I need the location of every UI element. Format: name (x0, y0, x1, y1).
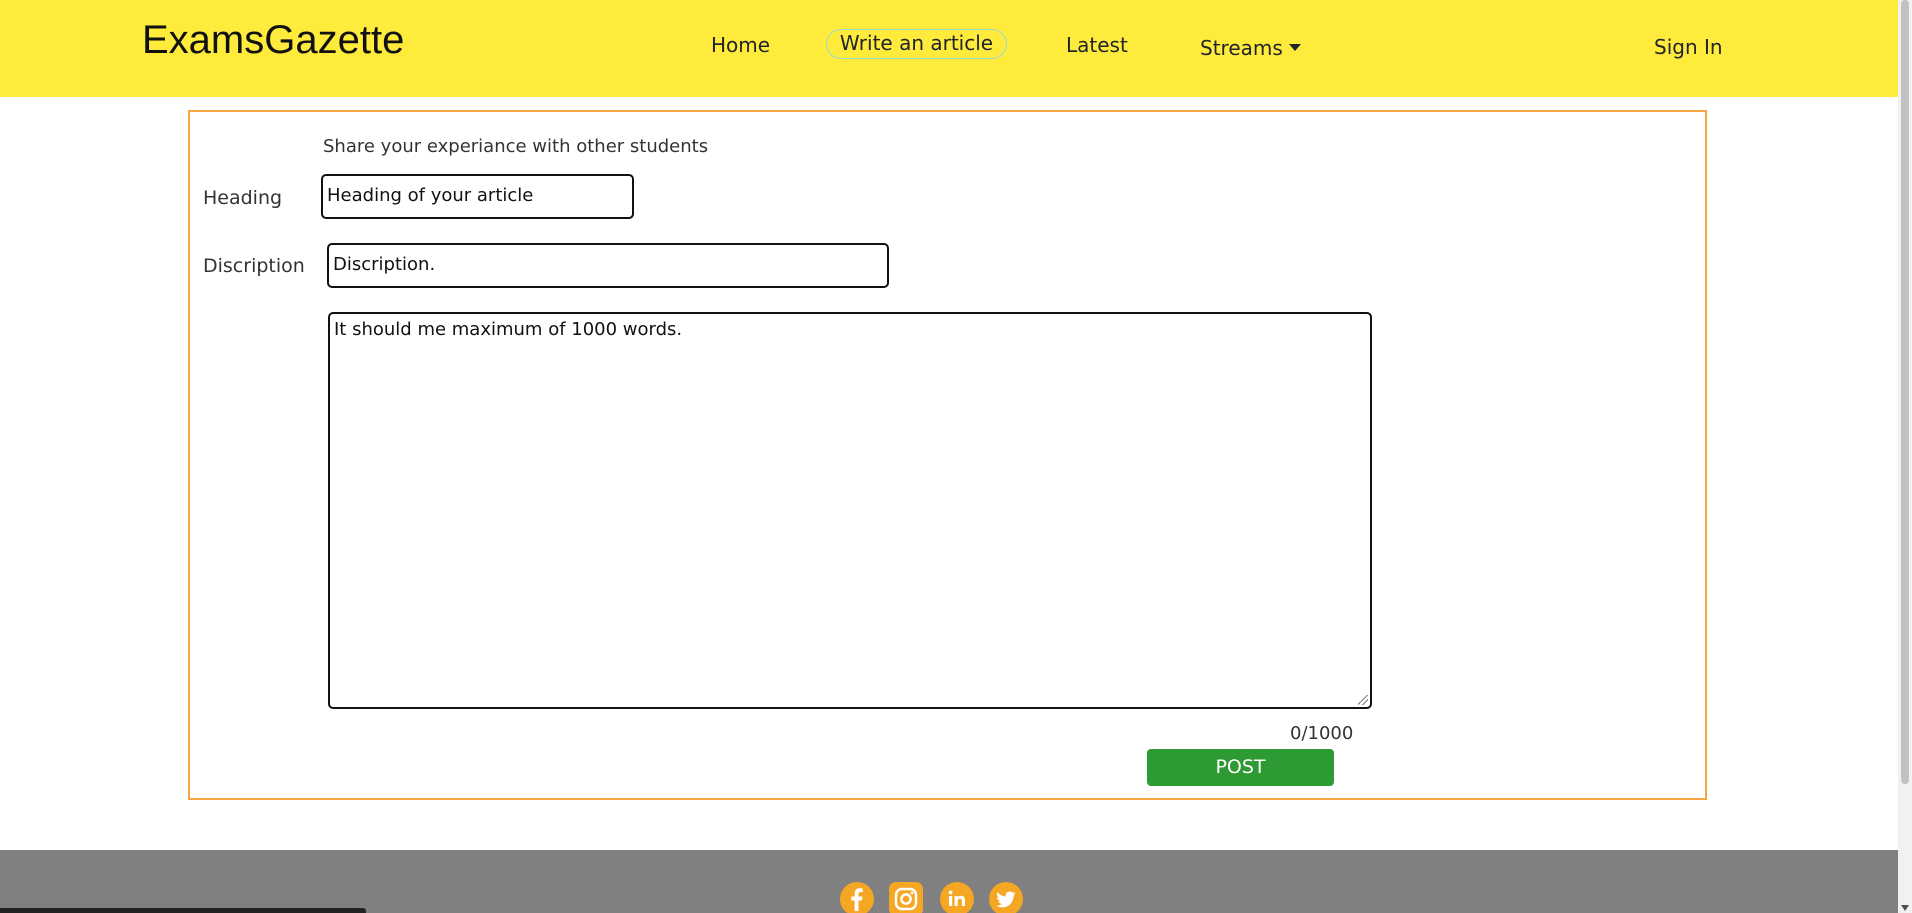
linkedin-icon[interactable] (940, 882, 974, 913)
footer (0, 850, 1898, 913)
article-body-textarea[interactable]: It should me maximum of 1000 words. (328, 312, 1372, 709)
sign-in-link[interactable]: Sign In (1654, 35, 1723, 59)
heading-label: Heading (203, 187, 283, 209)
nav-latest-link[interactable]: Latest (1066, 33, 1128, 57)
brand-logo[interactable]: ExamsGazette (142, 18, 404, 63)
resize-handle-icon[interactable] (1358, 695, 1368, 705)
twitter-icon[interactable] (989, 882, 1023, 913)
description-input[interactable]: Discription. (327, 243, 889, 288)
facebook-icon[interactable] (840, 882, 874, 913)
caret-down-icon (1288, 44, 1301, 51)
instagram-icon[interactable] (889, 882, 923, 913)
navbar: ExamsGazette Home Write an article Lates… (0, 0, 1898, 97)
article-form-card: Share your experiance with other student… (188, 110, 1707, 800)
nav-streams-label: Streams (1200, 36, 1283, 60)
article-body-text: It should me maximum of 1000 words. (334, 319, 683, 340)
nav-home-link[interactable]: Home (711, 33, 770, 57)
scrollbar-thumb[interactable] (1901, 0, 1909, 784)
nav-streams-dropdown[interactable]: Streams (1200, 36, 1301, 60)
page-scrollbar[interactable] (1898, 0, 1912, 913)
word-counter: 0/1000 (1290, 723, 1354, 744)
description-label: Discription (203, 255, 305, 277)
scroll-down-arrow-icon[interactable] (1901, 905, 1909, 911)
footer-dark-strip (0, 908, 366, 913)
post-button[interactable]: POST (1147, 749, 1334, 786)
heading-input[interactable]: Heading of your article (321, 174, 634, 219)
form-intro-text: Share your experiance with other student… (323, 136, 709, 157)
nav-write-article-link[interactable]: Write an article (826, 29, 1007, 59)
